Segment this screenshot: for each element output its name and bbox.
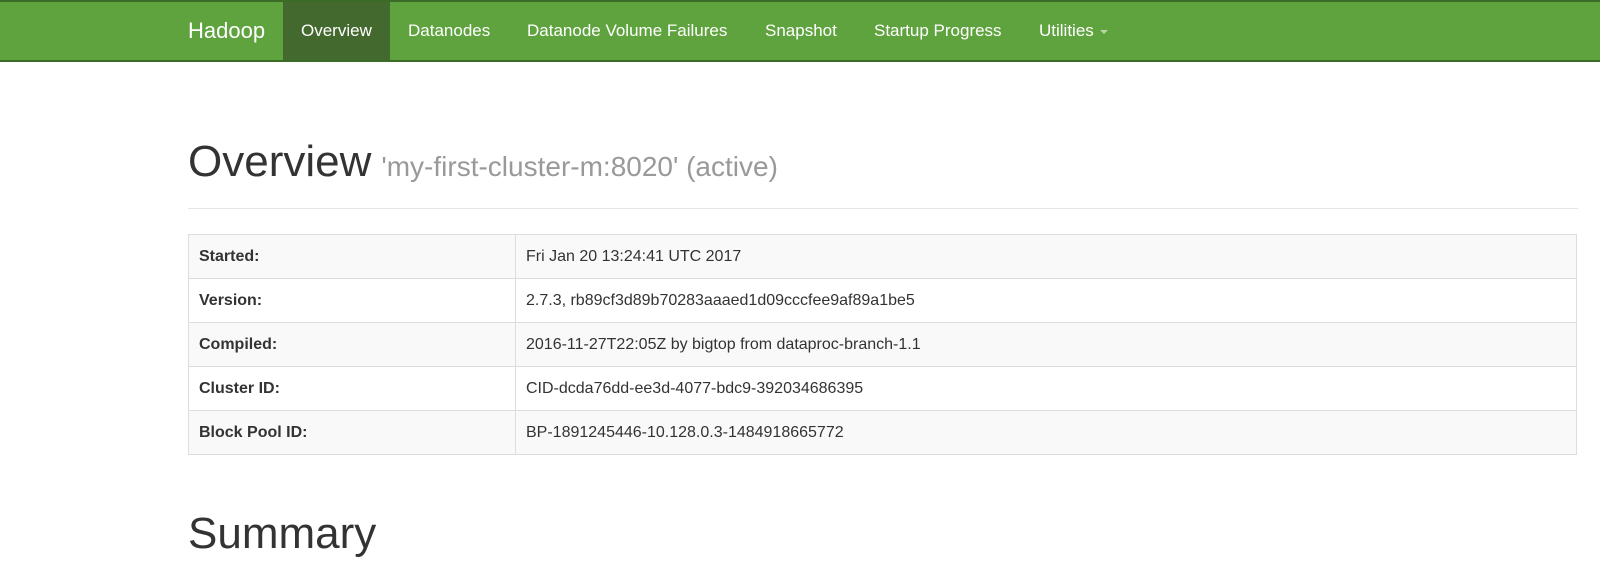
row-value-cluster-id: CID-dcda76dd-ee3d-4077-bdc9-392034686395 (515, 366, 1577, 411)
table-row: Version: 2.7.3, rb89cf3d89b70283aaaed1d0… (188, 278, 1577, 323)
row-value-version: 2.7.3, rb89cf3d89b70283aaaed1d09cccfee9a… (515, 278, 1577, 323)
brand-link[interactable]: Hadoop (188, 2, 265, 60)
summary-heading: Summary (188, 509, 377, 558)
row-value-started: Fri Jan 20 13:24:41 UTC 2017 (515, 234, 1577, 279)
chevron-down-icon (1099, 29, 1108, 34)
nav-tab-overview[interactable]: Overview (283, 2, 390, 60)
row-label-version: Version: (188, 278, 516, 323)
top-navbar: Hadoop Overview Datanodes Datanode Volum… (0, 0, 1600, 62)
row-value-block-pool-id: BP-1891245446-10.128.0.3-1484918665772 (515, 410, 1577, 455)
row-label-block-pool-id: Block Pool ID: (188, 410, 516, 455)
nav-tab-startup-progress[interactable]: Startup Progress (856, 2, 1020, 60)
nav-tab-datanodes[interactable]: Datanodes (390, 2, 508, 60)
page-title: Overview (188, 137, 372, 186)
nav-menu-utilities[interactable]: Utilities (1021, 2, 1126, 60)
row-label-cluster-id: Cluster ID: (188, 366, 516, 411)
row-value-compiled: 2016-11-27T22:05Z by bigtop from datapro… (515, 322, 1577, 367)
table-row: Compiled: 2016-11-27T22:05Z by bigtop fr… (188, 322, 1577, 367)
table-row: Started: Fri Jan 20 13:24:41 UTC 2017 (188, 234, 1577, 279)
page-subtitle: 'my-first-cluster-m:8020' (active) (381, 151, 778, 182)
table-row: Block Pool ID: BP-1891245446-10.128.0.3-… (188, 410, 1577, 455)
table-row: Cluster ID: CID-dcda76dd-ee3d-4077-bdc9-… (188, 366, 1577, 411)
utilities-label: Utilities (1039, 21, 1094, 40)
row-label-compiled: Compiled: (188, 322, 516, 367)
page-header: Overview 'my-first-cluster-m:8020' (activ… (188, 132, 1578, 209)
overview-info-table: Started: Fri Jan 20 13:24:41 UTC 2017 Ve… (188, 234, 1577, 455)
nav-tab-datanode-volume-failures[interactable]: Datanode Volume Failures (509, 2, 745, 60)
nav-tab-snapshot[interactable]: Snapshot (747, 2, 855, 60)
row-label-started: Started: (188, 234, 516, 279)
